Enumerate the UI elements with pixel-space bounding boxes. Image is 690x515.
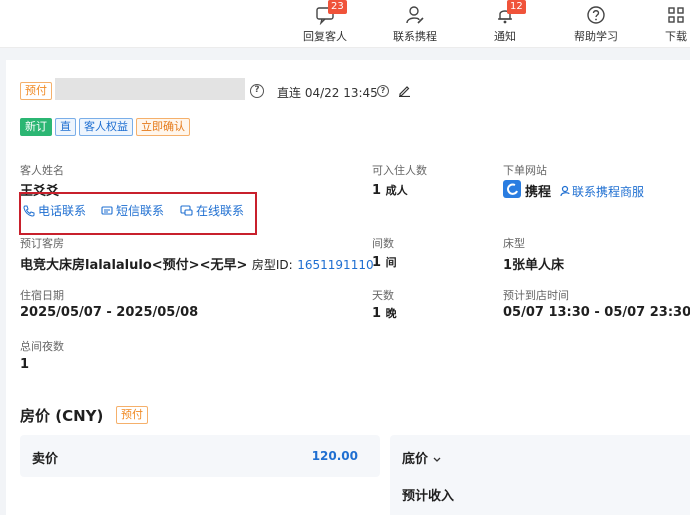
nights-label: 总间夜数 (20, 340, 64, 353)
help-icon[interactable]: ? (377, 85, 389, 97)
channel-label: 下单网站 (503, 164, 547, 177)
online-chat-icon (180, 205, 193, 216)
sell-price-label: 卖价 (32, 452, 59, 467)
nav-label: 回复客人 (303, 30, 347, 43)
person-edit-icon (406, 6, 424, 24)
stay-label: 住宿日期 (20, 289, 64, 302)
rooms-count-label: 间数 (372, 237, 394, 250)
bed-value: 1张单人床 (503, 258, 565, 273)
chevron-down-icon (433, 457, 441, 462)
days-value: 1 晚 (372, 306, 397, 321)
room-value: 电竞大床房lalalalulo<预付><无早> 房型ID: 1651191110 (20, 258, 374, 273)
pricing-title: 房价 (CNY) (20, 407, 104, 425)
room-type-id-link[interactable]: 1651191110 (297, 258, 373, 272)
masked-order-number (55, 78, 245, 100)
base-price-box: 底价 预计收入 (390, 435, 690, 515)
person-icon (560, 185, 570, 197)
nav-label: 通知 (494, 30, 516, 43)
guest-name-label: 客人姓名 (20, 164, 64, 177)
help-icon[interactable]: ? (250, 84, 264, 98)
phone-contact-button[interactable]: 电话联系 (23, 202, 86, 219)
top-nav-bar: 23 回复客人 联系携程 12 通知 帮助学习 下载 (0, 0, 690, 48)
online-contact-button[interactable]: 在线联系 (180, 202, 244, 219)
nav-reply-guest[interactable]: 23 回复客人 (296, 0, 354, 48)
arrival-label: 预计到店时间 (503, 289, 569, 302)
prepay-tag: 预付 (20, 82, 52, 100)
base-price-toggle[interactable]: 底价 (402, 448, 441, 467)
edit-icon[interactable] (398, 84, 411, 97)
sell-price-box: 卖价 120.00 (20, 435, 380, 477)
guest-benefit-tag: 客人权益 (79, 118, 133, 136)
nav-label: 帮助学习 (574, 30, 618, 43)
occupancy-label: 可入住人数 (372, 164, 427, 177)
grid-icon (668, 7, 684, 23)
arrival-value: 05/07 13:30 - 05/07 23:30 (503, 305, 690, 320)
new-order-tag: 新订 (20, 118, 52, 136)
connection-info: 直连 04/22 13:45 (277, 86, 378, 100)
nav-contact-ctrip[interactable]: 联系携程 (386, 0, 444, 48)
order-detail-page: 23 回复客人 联系携程 12 通知 帮助学习 下载 预付 ? 直连 04/22… (0, 0, 690, 515)
sell-price-value: 120.00 (311, 449, 358, 463)
room-label: 预订客房 (20, 237, 64, 250)
message-icon (101, 206, 113, 215)
nav-notifications[interactable]: 12 通知 (480, 0, 530, 48)
reply-badge: 23 (328, 0, 347, 14)
bed-label: 床型 (503, 237, 525, 250)
sms-contact-button[interactable]: 短信联系 (101, 202, 164, 219)
instant-confirm-tag: 立即确认 (136, 118, 190, 136)
help-circle-icon (587, 6, 605, 24)
phone-icon (23, 205, 35, 217)
ctrip-logo-icon (503, 180, 521, 198)
rooms-count-value: 1 间 (372, 255, 397, 270)
notification-badge: 12 (507, 0, 526, 14)
nav-label: 联系携程 (393, 30, 437, 43)
contact-ctrip-service-link[interactable]: 联系携程商服 (560, 183, 644, 200)
nav-help[interactable]: 帮助学习 (566, 0, 626, 48)
expected-income-label: 预计收入 (402, 489, 455, 504)
nights-value: 1 (20, 357, 30, 372)
channel-site: 携程 (525, 185, 552, 200)
stay-value: 2025/05/07 - 2025/05/08 (20, 305, 199, 320)
nav-label: 下载 (665, 30, 687, 43)
occupancy-value: 1 成人 (372, 183, 408, 198)
direct-tag: 直 (55, 118, 76, 136)
days-label: 天数 (372, 289, 394, 302)
nav-download[interactable]: 下载 (662, 0, 690, 48)
pricing-prepay-tag: 预付 (116, 406, 148, 424)
